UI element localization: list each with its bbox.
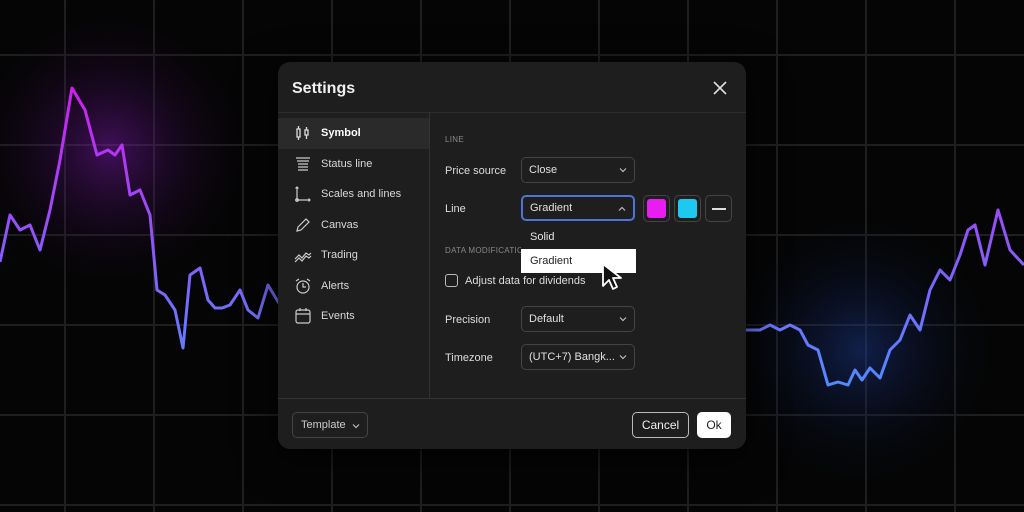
chevron-down-icon xyxy=(619,317,627,322)
chevron-up-icon xyxy=(618,206,626,211)
sidebar-item-label: Canvas xyxy=(321,218,359,231)
sidebar-item-symbol[interactable]: Symbol xyxy=(278,118,429,149)
price-source-select[interactable]: Close xyxy=(521,157,635,183)
calendar-icon xyxy=(295,308,311,324)
sidebar-item-scales-and-lines[interactable]: Scales and lines xyxy=(278,179,429,210)
template-button[interactable]: Template xyxy=(292,412,368,438)
axes-icon xyxy=(295,186,311,203)
section-data-modification: DATA MODIFICATION xyxy=(445,246,530,255)
sidebar-item-label: Trading xyxy=(321,249,358,262)
sidebar-item-trading[interactable]: Trading xyxy=(278,240,429,271)
section-line: LINE xyxy=(445,135,464,144)
chevron-down-icon xyxy=(619,168,627,173)
sidebar-item-events[interactable]: Events xyxy=(278,301,429,332)
dialog-title: Settings xyxy=(292,80,356,97)
footer-divider xyxy=(278,398,746,399)
option-solid[interactable]: Solid xyxy=(521,225,636,249)
adjust-dividends-checkbox[interactable] xyxy=(445,274,458,287)
price-source-label: Price source xyxy=(445,165,507,177)
cancel-button[interactable]: Cancel xyxy=(632,412,689,438)
ok-button[interactable]: Ok xyxy=(697,412,731,438)
chevron-down-icon xyxy=(619,355,627,360)
line-width-button[interactable] xyxy=(705,195,732,222)
settings-dialog: Settings Symbol Status line Scales and l… xyxy=(278,62,746,449)
line-label: Line xyxy=(445,203,466,215)
sidebar-item-canvas[interactable]: Canvas xyxy=(278,210,429,241)
pencil-icon xyxy=(296,217,310,232)
chevron-down-icon xyxy=(352,424,360,429)
sidebar-item-status-line[interactable]: Status line xyxy=(278,149,429,180)
precision-select[interactable]: Default xyxy=(521,306,635,332)
trading-icon xyxy=(294,252,312,263)
candlestick-icon xyxy=(296,126,309,141)
color-fill xyxy=(678,199,697,218)
select-value: Close xyxy=(529,164,558,176)
sidebar-item-label: Symbol xyxy=(321,127,361,140)
sidebar-divider xyxy=(429,112,430,398)
select-value: Default xyxy=(529,313,564,325)
adjust-dividends-label: Adjust data for dividends xyxy=(465,275,586,287)
precision-label: Precision xyxy=(445,314,491,326)
sidebar: Symbol Status line Scales and lines Canv… xyxy=(278,118,429,332)
sidebar-item-label: Status line xyxy=(321,157,373,170)
sidebar-item-label: Scales and lines xyxy=(321,188,402,201)
close-icon[interactable] xyxy=(710,78,730,98)
line-style-select[interactable]: Gradient xyxy=(521,195,635,221)
gradient-start-color-swatch[interactable] xyxy=(643,195,670,222)
color-fill xyxy=(647,199,666,218)
alarm-clock-icon xyxy=(295,278,311,294)
mouse-cursor-icon xyxy=(602,263,622,290)
gradient-end-color-swatch[interactable] xyxy=(674,195,701,222)
sidebar-item-label: Events xyxy=(321,310,355,323)
timezone-label: Timezone xyxy=(445,352,493,364)
timezone-select[interactable]: (UTC+7) Bangk... xyxy=(521,344,635,370)
status-line-icon xyxy=(296,157,310,171)
select-value: (UTC+7) Bangk... xyxy=(529,351,615,363)
select-value: Gradient xyxy=(530,202,573,214)
sidebar-item-label: Alerts xyxy=(321,279,350,292)
sidebar-item-alerts[interactable]: Alerts xyxy=(278,271,429,302)
template-label: Template xyxy=(301,419,346,431)
line-width-icon xyxy=(711,207,726,210)
